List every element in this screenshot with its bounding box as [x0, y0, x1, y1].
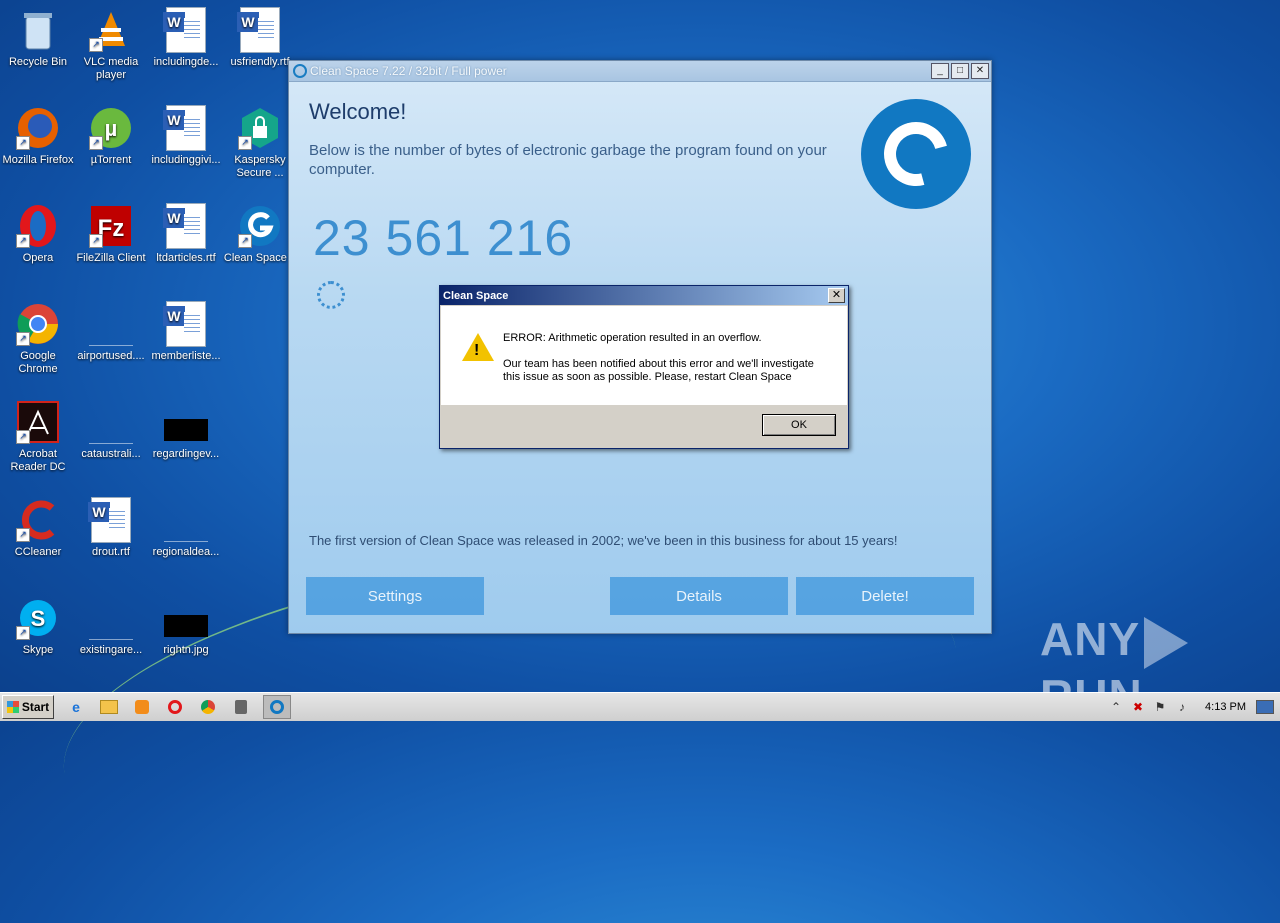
security-icon[interactable]	[230, 696, 252, 718]
word-doc-icon	[163, 301, 208, 347]
watermark-left-text: ANY	[1040, 613, 1141, 665]
vlc-icon: ↗	[89, 8, 133, 52]
close-button[interactable]: ✕	[971, 63, 989, 79]
black-image-icon	[164, 400, 208, 444]
word-doc-icon	[237, 7, 282, 53]
desktop-icon-skype[interactable]: S ↗ Skype	[0, 596, 76, 657]
cleanspace-icon: ↗	[238, 204, 282, 248]
kaspersky-icon: ↗	[238, 106, 282, 150]
utorrent-icon: µ ↗	[89, 106, 133, 150]
error-message: ERROR: Arithmetic operation resulted in …	[503, 332, 762, 344]
desktop-icon-opera[interactable]: ↗ Opera	[0, 204, 76, 265]
ok-button[interactable]: OK	[762, 414, 836, 436]
desktop-icon-existingare[interactable]: existingare...	[73, 596, 149, 657]
opera-icon: ↗	[16, 204, 60, 248]
ccleaner-icon: ↗	[16, 498, 60, 542]
desktop-icon-includinggivi[interactable]: includinggivi...	[148, 105, 224, 167]
svg-text:S: S	[31, 606, 46, 631]
show-hidden-icons-icon[interactable]: ⌃	[1107, 700, 1125, 714]
error-dialog-title: Clean Space	[443, 289, 509, 302]
desktop-icon-recycle-bin[interactable]: Recycle Bin	[0, 8, 76, 69]
show-desktop-icon[interactable]	[1256, 700, 1274, 714]
blank-file-icon	[89, 302, 133, 346]
desktop-icon-chrome[interactable]: ↗ Google Chrome	[0, 302, 76, 376]
media-player-icon[interactable]	[131, 696, 153, 718]
cleanspace-titlebar[interactable]: Clean Space 7.22 / 32bit / Full power _ …	[289, 61, 991, 82]
desktop-icon-firefox[interactable]: ↗ Mozilla Firefox	[0, 106, 76, 167]
word-doc-icon	[163, 7, 208, 53]
chrome-icon[interactable]	[197, 696, 219, 718]
desktop-icon-cataustrali[interactable]: cataustrali...	[73, 400, 149, 461]
error-dialog: Clean Space ✕ ! ERROR: Arithmetic operat…	[439, 285, 849, 449]
word-doc-icon	[163, 203, 208, 249]
loading-spinner-icon	[317, 281, 345, 309]
cleanspace-title-icon	[293, 64, 307, 78]
desktop-icon-kaspersky[interactable]: ↗ Kaspersky Secure ...	[222, 106, 298, 180]
desktop-icon-usfriendly[interactable]: usfriendly.rtf	[222, 7, 298, 69]
desktop-icon-utorrent[interactable]: µ ↗ µTorrent	[73, 106, 149, 167]
recycle-bin-icon	[16, 8, 60, 52]
desktop-icon-regionaldea[interactable]: regionaldea...	[148, 498, 224, 559]
opera-icon[interactable]	[164, 696, 186, 718]
clock[interactable]: 4:13 PM	[1205, 701, 1246, 713]
blank-file-icon	[164, 498, 208, 542]
desktop-icon-cleanspace[interactable]: ↗ Clean Space 7	[222, 204, 298, 265]
warning-mark-icon: !	[474, 342, 480, 359]
desktop-icon-regardingev[interactable]: regardingev...	[148, 400, 224, 461]
network-warning-icon[interactable]: ✖	[1129, 700, 1147, 714]
error-dialog-close-button[interactable]: ✕	[828, 288, 845, 303]
skype-icon: S ↗	[16, 596, 60, 640]
garbage-bytes-count: 23 561 216	[313, 210, 574, 266]
start-label: Start	[21, 700, 50, 714]
ie-icon[interactable]: e	[65, 696, 87, 718]
desktop-icon-filezilla[interactable]: Fz ↗ FileZilla Client	[73, 204, 149, 265]
word-doc-icon	[88, 497, 133, 543]
error-detail: Our team has been notified about this er…	[503, 358, 814, 383]
delete-button[interactable]: Delete!	[796, 577, 974, 615]
error-dialog-titlebar[interactable]: Clean Space ✕	[440, 286, 848, 305]
svg-text:µ: µ	[105, 116, 118, 141]
firefox-icon: ↗	[16, 106, 60, 150]
maximize-button[interactable]: □	[951, 63, 969, 79]
chrome-icon: ↗	[16, 302, 60, 346]
desktop-icon-rightn[interactable]: rightn.jpg	[148, 596, 224, 657]
system-tray: ⌃ ✖ ⚑ ♪ 4:13 PM	[1103, 695, 1280, 719]
black-image-icon	[164, 596, 208, 640]
volume-icon[interactable]: ♪	[1173, 700, 1191, 714]
taskbar: Start e ⌃ ✖ ⚑ ♪ 4:13 PM	[0, 692, 1280, 721]
acrobat-icon: ↗	[16, 400, 60, 444]
cleanspace-title: Clean Space 7.22 / 32bit / Full power	[310, 64, 507, 78]
action-center-icon[interactable]: ⚑	[1151, 700, 1169, 714]
desktop-icon-ltdarticles[interactable]: ltdarticles.rtf	[148, 203, 224, 265]
minimize-button[interactable]: _	[931, 63, 949, 79]
windows-logo-icon	[6, 701, 19, 713]
settings-button[interactable]: Settings	[306, 577, 484, 615]
error-dialog-body: ! ERROR: Arithmetic operation resulted i…	[441, 306, 847, 405]
desktop-icon-drout[interactable]: drout.rtf	[73, 497, 149, 559]
desktop-icon-includingde[interactable]: includingde...	[148, 7, 224, 69]
cleanspace-logo-icon	[861, 99, 971, 209]
history-fact: The first version of Clean Space was rel…	[309, 533, 898, 548]
welcome-heading: Welcome!	[309, 99, 407, 124]
play-icon	[1144, 616, 1189, 669]
desktop-icon-acrobat[interactable]: ↗ Acrobat Reader DC	[0, 400, 76, 474]
desktop-icon-memberliste[interactable]: memberliste...	[148, 301, 224, 363]
filezilla-icon: Fz ↗	[89, 204, 133, 248]
blank-file-icon	[89, 400, 133, 444]
garbage-description: Below is the number of bytes of electron…	[309, 142, 827, 178]
blank-file-icon	[89, 596, 133, 640]
desktop-icon-vlc[interactable]: ↗ VLC media player	[73, 8, 149, 82]
details-button[interactable]: Details	[610, 577, 788, 615]
desktop-icon-ccleaner[interactable]: ↗ CCleaner	[0, 498, 76, 559]
cleanspace-taskbar-icon[interactable]	[263, 695, 291, 719]
start-button[interactable]: Start	[2, 695, 54, 719]
desktop-icon-airportused[interactable]: airportused....	[73, 302, 149, 363]
explorer-icon[interactable]	[98, 696, 120, 718]
word-doc-icon	[163, 105, 208, 151]
